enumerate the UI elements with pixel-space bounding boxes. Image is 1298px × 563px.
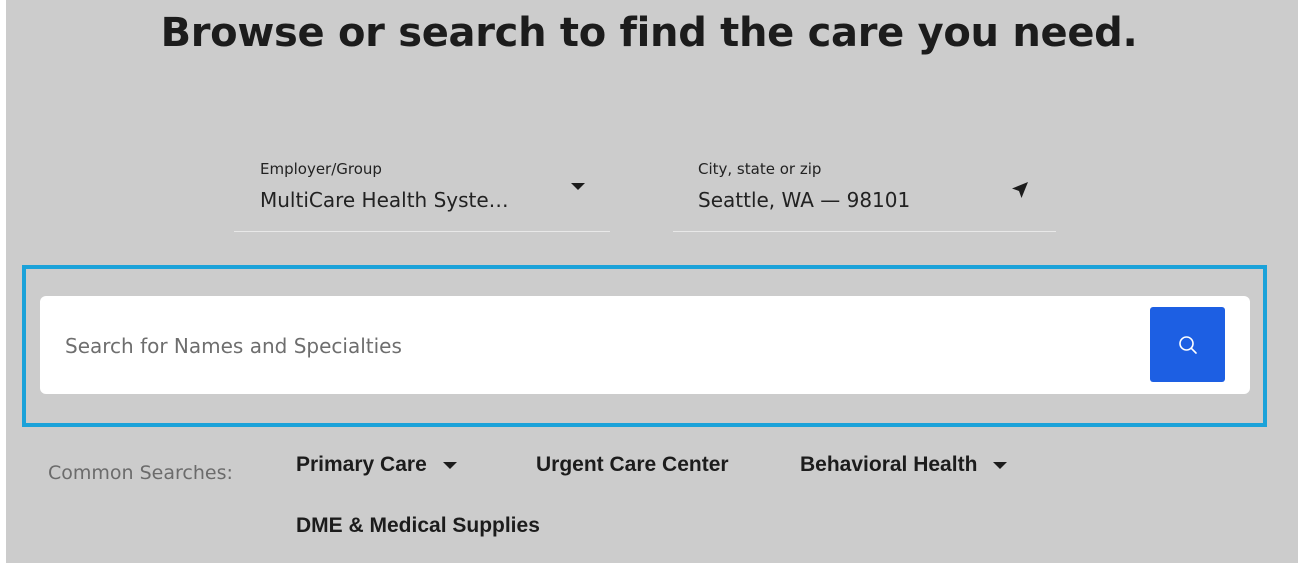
- location-arrow-icon[interactable]: [1008, 178, 1032, 202]
- employer-group-select[interactable]: Employer/Group MultiCare Health Syste…: [234, 150, 610, 232]
- common-search-dme-medical-supplies[interactable]: DME & Medical Supplies: [296, 514, 540, 538]
- search-bar: [40, 296, 1250, 394]
- chevron-down-icon: [442, 461, 457, 469]
- search-icon: [1178, 335, 1197, 354]
- common-searches-label: Common Searches:: [48, 462, 233, 484]
- chip-label: Behavioral Health: [800, 453, 978, 476]
- employer-group-value: MultiCare Health Syste…: [260, 188, 509, 212]
- location-field[interactable]: City, state or zip Seattle, WA — 98101: [673, 150, 1056, 232]
- employer-group-label: Employer/Group: [260, 160, 382, 178]
- chevron-down-icon[interactable]: [571, 183, 585, 190]
- chevron-down-icon: [993, 461, 1008, 469]
- search-input[interactable]: [65, 326, 1115, 366]
- common-search-primary-care[interactable]: Primary Care: [296, 453, 457, 477]
- location-value: Seattle, WA — 98101: [698, 188, 911, 212]
- page-title: Browse or search to find the care you ne…: [160, 10, 1138, 56]
- common-search-behavioral-health[interactable]: Behavioral Health: [800, 453, 1008, 477]
- chip-label: Primary Care: [296, 453, 427, 476]
- location-label: City, state or zip: [698, 160, 822, 178]
- common-search-urgent-care-center[interactable]: Urgent Care Center: [536, 453, 729, 477]
- search-button[interactable]: [1150, 307, 1225, 382]
- chip-label: Urgent Care Center: [536, 453, 729, 476]
- chip-label: DME & Medical Supplies: [296, 514, 540, 537]
